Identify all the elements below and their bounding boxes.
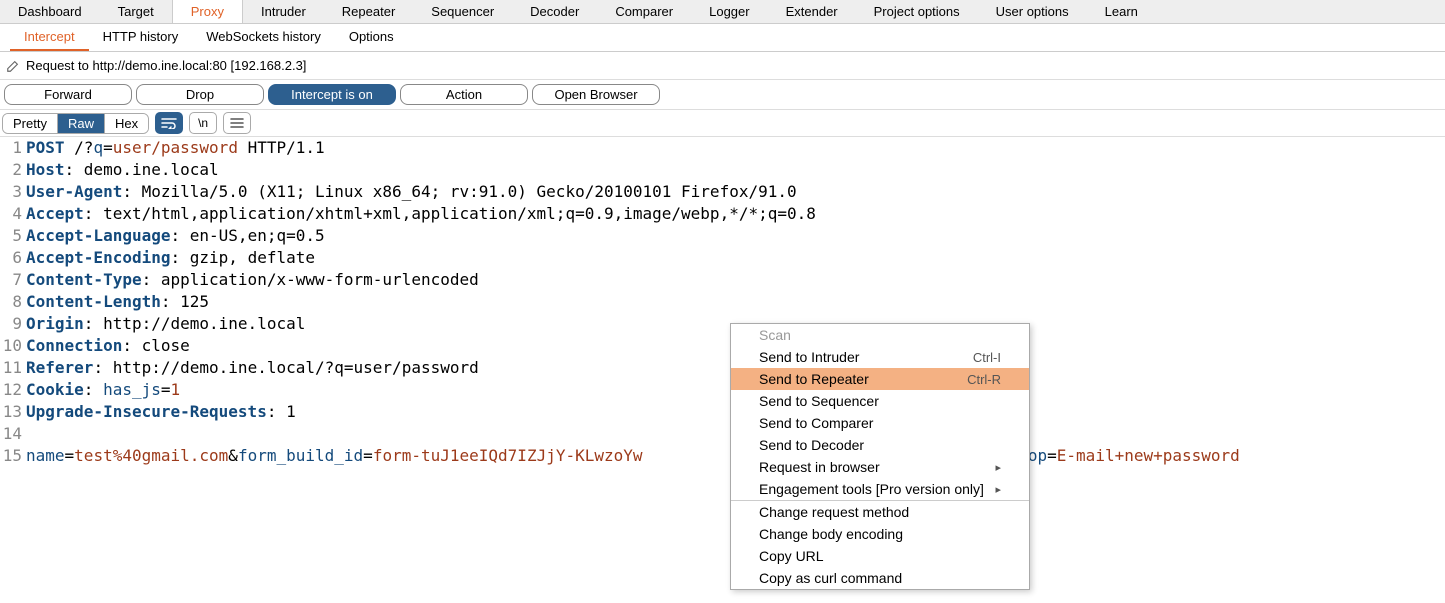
action-bar: Forward Drop Intercept is on Action Open… — [0, 80, 1445, 110]
view-mode-group: PrettyRawHex — [2, 113, 149, 134]
drop-button[interactable]: Drop — [136, 84, 264, 105]
main-tabs: DashboardTargetProxyIntruderRepeaterSequ… — [0, 0, 1445, 24]
menu-item-label: Scan — [759, 327, 791, 343]
menu-shortcut: Ctrl-R — [967, 372, 1001, 387]
menu-item-label: Send to Intruder — [759, 349, 859, 365]
submenu-arrow-icon: ▸ — [995, 483, 1001, 496]
menu-item-change-body-encoding[interactable]: Change body encoding — [731, 523, 1029, 545]
main-tab-comparer[interactable]: Comparer — [597, 0, 691, 23]
pencil-icon — [6, 59, 20, 73]
submenu-arrow-icon: ▸ — [995, 461, 1001, 474]
view-mode-hex[interactable]: Hex — [105, 114, 148, 133]
line-gutter: 1 2 3 4 5 6 7 8 9 10 11 12 13 14 15 — [0, 137, 26, 467]
hamburger-icon[interactable] — [223, 112, 251, 134]
main-tab-sequencer[interactable]: Sequencer — [413, 0, 512, 23]
sub-tab-options[interactable]: Options — [335, 24, 408, 51]
main-tab-dashboard[interactable]: Dashboard — [0, 0, 100, 23]
main-tab-project-options[interactable]: Project options — [856, 0, 978, 23]
main-tab-logger[interactable]: Logger — [691, 0, 767, 23]
view-mode-raw[interactable]: Raw — [58, 114, 105, 133]
menu-item-scan: Scan — [731, 324, 1029, 346]
main-tab-extender[interactable]: Extender — [768, 0, 856, 23]
view-mode-pretty[interactable]: Pretty — [3, 114, 58, 133]
menu-item-label: Change request method — [759, 504, 909, 520]
menu-item-change-request-method[interactable]: Change request method — [731, 501, 1029, 523]
main-tab-intruder[interactable]: Intruder — [243, 0, 324, 23]
menu-item-copy-as-curl-command[interactable]: Copy as curl command — [731, 567, 1029, 589]
view-toolbar: PrettyRawHex \n — [0, 110, 1445, 137]
menu-item-request-in-browser[interactable]: Request in browser ▸ — [731, 456, 1029, 478]
forward-button[interactable]: Forward — [4, 84, 132, 105]
newline-toggle-icon[interactable]: \n — [189, 112, 217, 134]
sub-tab-http-history[interactable]: HTTP history — [89, 24, 193, 51]
open-browser-button[interactable]: Open Browser — [532, 84, 660, 105]
sub-tab-intercept[interactable]: Intercept — [10, 24, 89, 51]
request-info-bar: Request to http://demo.ine.local:80 [192… — [0, 52, 1445, 80]
menu-item-send-to-comparer[interactable]: Send to Comparer — [731, 412, 1029, 434]
sub-tabs: InterceptHTTP historyWebSockets historyO… — [0, 24, 1445, 52]
context-menu: Scan Send to Intruder Ctrl-I Send to Repeat… — [730, 323, 1030, 590]
request-editor[interactable]: 1 2 3 4 5 6 7 8 9 10 11 12 13 14 15 POST… — [0, 137, 1445, 467]
main-tab-proxy[interactable]: Proxy — [172, 0, 243, 23]
menu-item-send-to-sequencer[interactable]: Send to Sequencer — [731, 390, 1029, 412]
request-target-label: Request to http://demo.ine.local:80 [192… — [26, 58, 306, 73]
menu-item-label: Send to Sequencer — [759, 393, 879, 409]
menu-item-label: Copy as curl command — [759, 570, 902, 586]
menu-item-label: Send to Repeater — [759, 371, 869, 387]
action-button[interactable]: Action — [400, 84, 528, 105]
menu-item-label: Send to Decoder — [759, 437, 864, 453]
intercept-toggle[interactable]: Intercept is on — [268, 84, 396, 105]
menu-item-copy-url[interactable]: Copy URL — [731, 545, 1029, 567]
menu-item-send-to-decoder[interactable]: Send to Decoder — [731, 434, 1029, 456]
main-tab-target[interactable]: Target — [100, 0, 172, 23]
menu-item-label: Engagement tools [Pro version only] — [759, 481, 984, 497]
main-tab-repeater[interactable]: Repeater — [324, 0, 413, 23]
menu-item-engagement-tools-pro-version-only-[interactable]: Engagement tools [Pro version only] ▸ — [731, 478, 1029, 500]
menu-shortcut: Ctrl-I — [973, 350, 1001, 365]
main-tab-user-options[interactable]: User options — [978, 0, 1087, 23]
main-tab-decoder[interactable]: Decoder — [512, 0, 597, 23]
sub-tab-websockets-history[interactable]: WebSockets history — [192, 24, 335, 51]
menu-item-label: Request in browser — [759, 459, 880, 475]
main-tab-learn[interactable]: Learn — [1087, 0, 1156, 23]
menu-item-label: Change body encoding — [759, 526, 903, 542]
menu-item-send-to-repeater[interactable]: Send to Repeater Ctrl-R — [731, 368, 1029, 390]
wrap-toggle-icon[interactable] — [155, 112, 183, 134]
menu-item-label: Send to Comparer — [759, 415, 873, 431]
menu-item-label: Copy URL — [759, 548, 824, 564]
menu-item-send-to-intruder[interactable]: Send to Intruder Ctrl-I — [731, 346, 1029, 368]
